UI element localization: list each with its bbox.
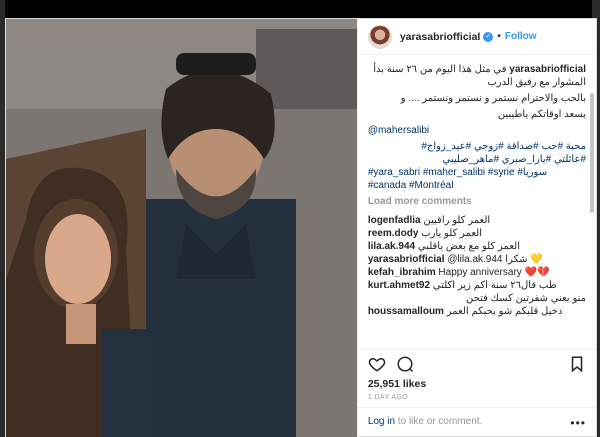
load-more-comments-button[interactable]: Load more comments: [368, 196, 586, 207]
likes-count[interactable]: 25,951 likes: [358, 378, 596, 392]
login-prompt-text: to like or comment.: [397, 416, 483, 427]
comment-username[interactable]: yarasabriofficial: [368, 254, 445, 265]
caption-line-3: يسعد اوقاتكم ياطيبين: [497, 109, 586, 120]
comment-text: العمر كلو راقيين: [423, 215, 491, 226]
caption-hashtags-4[interactable]: #canada #Montréal: [368, 179, 586, 192]
verified-badge-icon: ✓: [483, 31, 494, 42]
comment-username[interactable]: houssamalloum: [368, 306, 444, 317]
comment-item: houssamalloum دخيل قلبكم شو بحبكم العمر: [368, 306, 586, 318]
caption-line-2: بالحب والاحترام نستمر و نستمر ونستمر ...…: [400, 93, 586, 104]
comment-username[interactable]: kefah_ibrahim: [368, 267, 436, 278]
login-link[interactable]: Log in: [368, 416, 395, 427]
bookmark-icon[interactable]: [568, 355, 586, 373]
separator-dot: •: [497, 31, 501, 42]
comment-username[interactable]: reem.dody: [368, 228, 419, 239]
comment-text: دخيل قلبكم شو بحبكم العمر: [446, 306, 563, 317]
caption-hashtags-2[interactable]: #عائلتي #يارا_صبري #ماهر_صليبي: [368, 153, 586, 166]
post-timestamp[interactable]: 1 DAY AGO: [357, 392, 596, 408]
action-bar: [357, 348, 596, 378]
post-caption: yarasabriofficial في مثل هذا اليوم من ٢٦…: [368, 63, 586, 192]
login-prompt: Log in to like or comment. •••: [358, 408, 596, 437]
caption-hashtags-3[interactable]: #yara_sabri #maher_salibi #syrie #سوريا: [368, 166, 586, 179]
comment-username[interactable]: kurt.ahmet92: [368, 280, 430, 291]
comment-item: logenfadlia العمر كلو راقيين: [368, 215, 586, 227]
heart-icon[interactable]: [368, 355, 386, 373]
caption-username[interactable]: yarasabriofficial: [509, 64, 586, 75]
comment-text: طب قال٢٦ سنة اكم زير اكلتي: [432, 280, 557, 291]
photo-illustration: [6, 19, 357, 437]
comment-text: @lila.ak.944 شكرا 💛: [447, 254, 543, 265]
comments-list: yarasabriofficial في مثل هذا اليوم من ٢٦…: [358, 55, 596, 348]
comment-item: kurt.ahmet92 طب قال٢٦ سنة اكم زير اكلتي: [368, 280, 586, 292]
caption-mention[interactable]: @mahersalibi: [368, 124, 586, 137]
follow-button[interactable]: Follow: [505, 31, 537, 42]
comment-text: منو يعني شفرتين كسك فتحن: [466, 293, 586, 304]
post-modal: yarasabriofficial ✓ • Follow yarasabriof…: [5, 18, 597, 437]
comment-text: العمر كلو مع بعض ياقلبي: [417, 241, 520, 252]
post-photo[interactable]: [6, 19, 357, 437]
comments-scrollbar[interactable]: [590, 93, 594, 213]
comment-username[interactable]: logenfadlia: [368, 215, 421, 226]
comment-item: yarasabriofficial @lila.ak.944 شكرا 💛: [368, 254, 586, 266]
comment-item: منو يعني شفرتين كسك فتحن: [368, 293, 586, 305]
post-sidebar: yarasabriofficial ✓ • Follow yarasabriof…: [356, 19, 596, 437]
caption-hashtags-1[interactable]: محبة #حب #صداقة #زوجي #عيد_زواج#: [368, 140, 586, 153]
comment-item: reem.dody العمر كلو يارب: [368, 228, 586, 240]
post-username[interactable]: yarasabriofficial: [400, 31, 481, 43]
comment-icon[interactable]: [396, 355, 414, 373]
comment-username[interactable]: lila.ak.944: [368, 241, 415, 252]
post-header: yarasabriofficial ✓ • Follow: [357, 19, 596, 55]
comment-item: lila.ak.944 العمر كلو مع بعض ياقلبي: [368, 241, 586, 253]
more-options-icon[interactable]: •••: [570, 416, 586, 430]
comment-item: kefah_ibrahim Happy anniversary ❤️💔: [368, 267, 586, 279]
avatar[interactable]: [367, 24, 392, 49]
comment-text: Happy anniversary ❤️💔: [438, 267, 550, 278]
comment-text: العمر كلو يارب: [421, 228, 482, 239]
